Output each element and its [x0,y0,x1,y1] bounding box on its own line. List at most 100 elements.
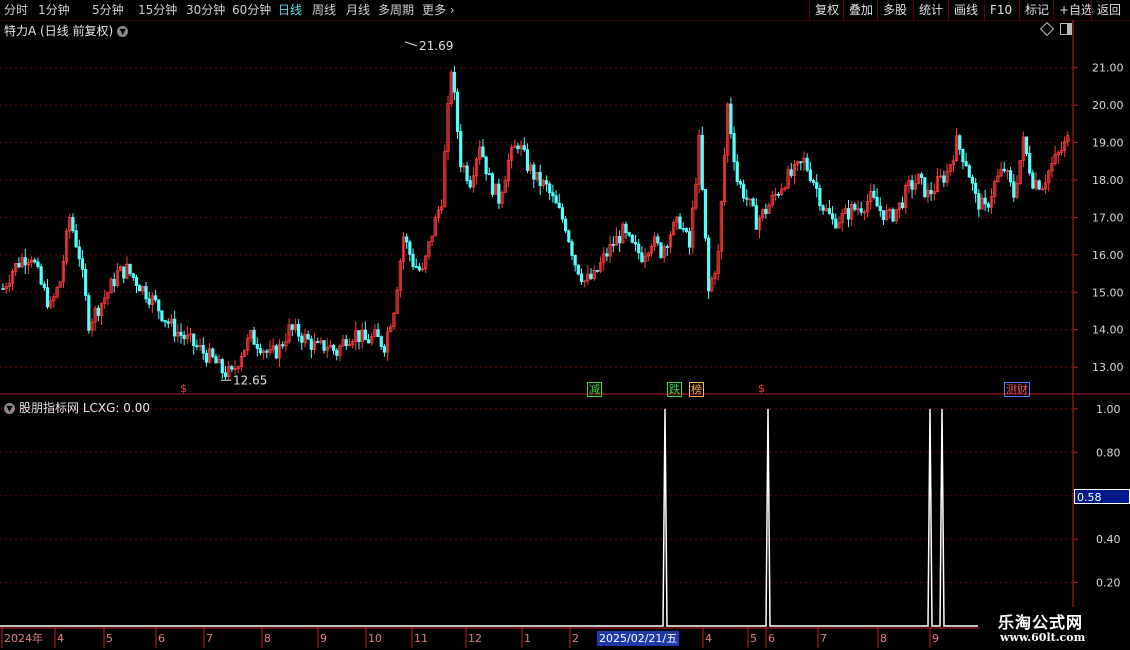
candle-body [128,263,132,275]
candle-body [214,356,218,364]
period-toolbar: 分时 1分钟 5分钟 15分钟 30分钟 60分钟 日线 周线 月线 多周期 更… [0,0,1130,21]
signal-badge-text: $ [180,382,187,395]
candle-body [23,257,27,266]
panel-toggle-icon[interactable] [1060,23,1072,35]
period-60min[interactable]: 60分钟 [232,1,271,19]
y-tick-label: 0.40 [1096,533,1121,546]
period-weekly[interactable]: 周线 [312,1,336,19]
candle-body [570,241,574,256]
period-5min[interactable]: 5分钟 [92,1,124,19]
candle-body [815,182,819,189]
chevron-down-icon[interactable]: ▼ [117,26,129,37]
y-tick-label: 21.00 [1092,62,1124,75]
candle-body [297,324,301,337]
period-multi[interactable]: 多周期 [378,1,414,19]
candle-body [818,188,822,207]
y-tick-label: 16.00 [1092,249,1124,262]
signal-badge: 测财 [1004,382,1030,397]
stock-title-text: 特力A (日线 前复权) [4,24,114,38]
low-price-label: 12.65 [233,373,267,387]
candle-body [414,266,418,268]
date-label: 7 [820,632,827,645]
multi-stock-button[interactable]: 多股 [877,0,912,20]
candle-body [681,228,685,230]
candle-body [230,366,234,370]
candle-body [468,180,472,188]
candle-body [738,181,743,185]
candle-body [153,295,158,301]
date-label: 11 [414,632,428,645]
date-label: 2 [572,632,579,645]
period-15min[interactable]: 15分钟 [138,1,177,19]
candle-body [805,157,809,171]
candle-body [630,234,634,243]
candle-body [281,344,285,347]
period-30min[interactable]: 30分钟 [186,1,225,19]
mark-button[interactable]: 标记 [1019,0,1054,20]
candle-body [122,266,126,279]
date-label: 12 [468,632,482,645]
candle-body [573,255,577,266]
signal-badge-text: 测财 [1006,383,1028,396]
candle-body [618,236,622,244]
candle-body [417,266,421,271]
date-label: 5 [750,632,757,645]
candle-body [316,341,320,344]
period-daily[interactable]: 日线 [278,1,302,19]
candle-body [827,208,832,215]
candle-body [538,172,542,187]
candle-body [166,321,170,324]
candle-body [84,269,88,297]
candle-body [986,203,990,208]
candle-body [551,192,555,197]
period-more[interactable]: 更多 › [422,1,455,19]
candle-body [834,218,838,229]
y-tick-label: 19.00 [1092,137,1124,150]
candle-body [379,336,383,347]
candle-body [490,173,495,195]
candle-body [983,197,987,205]
watermark-url: www.60lt.com [1000,631,1086,644]
candle-body [87,295,91,331]
candle-body [678,216,682,229]
y-tick-label: 17.00 [1092,211,1124,224]
candle-body [290,324,294,330]
candle-body [640,252,644,263]
adjust-button[interactable]: 复权 [809,0,844,20]
signal-badge: 榜 [689,382,704,397]
candle-body [112,278,116,287]
candle-body [1031,172,1035,189]
candle-body [525,149,530,171]
signal-badge-text: 减 [589,383,600,396]
candle-body [42,283,46,289]
candle-body [322,340,326,351]
period-1min[interactable]: 1分钟 [38,1,70,19]
high-price-label: 21.69 [419,39,453,53]
overlay-button[interactable]: 叠加 [843,0,878,20]
candle-body [881,210,886,221]
period-monthly[interactable]: 月线 [346,1,370,19]
candle-body [138,285,142,292]
candle-body [1002,168,1006,172]
candle-body [1009,170,1013,183]
candle-body [1028,153,1032,174]
period-intraday[interactable]: 分时 [4,1,28,19]
chevron-down-icon[interactable]: ▼ [4,403,15,414]
draw-button[interactable]: 画线 [948,0,983,20]
date-label: 1 [524,632,531,645]
f10-button[interactable]: F10 [984,0,1017,20]
y-tick-label: 0.20 [1096,577,1121,590]
kline-chart[interactable]: 13.00 14.00 15.00 16.00 17.00 18.00 19.00 20.00… [0,20,1130,650]
candle-body [891,209,895,222]
candle-body [859,208,863,213]
candle-body [487,173,491,176]
date-label: 8 [880,632,887,645]
candle-body [192,333,196,347]
date-label: 4 [57,632,64,645]
stats-button[interactable]: 统计 [913,0,948,20]
watermark-title: 乐淘公式网 [998,613,1084,632]
candle-body [306,333,310,340]
candle-body [255,343,259,349]
candle-body [481,146,485,158]
back-button[interactable]: 返回 [1091,0,1126,20]
